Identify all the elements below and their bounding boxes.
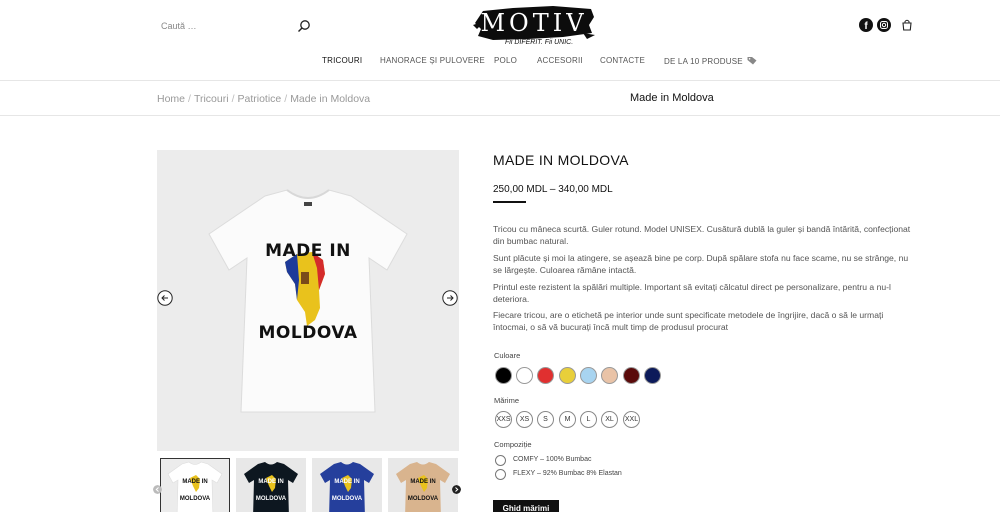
breadcrumb-current: Made in Moldova xyxy=(290,93,371,105)
print-text-bottom: MOLDOVA xyxy=(258,323,358,343)
description-paragraph-4: Fiecare tricou, are o etichetă pe interi… xyxy=(493,310,884,332)
facebook-icon[interactable]: f xyxy=(859,18,873,32)
thumbnail-print-bottom: MOLDOVA xyxy=(407,496,439,502)
nav-item-bulk[interactable]: DE LA 10 PRODUSE xyxy=(664,56,757,66)
product-main-image[interactable]: MADE IN MOLDOVA xyxy=(157,150,459,451)
product-title: MADE IN MOLDOVA xyxy=(493,152,629,168)
size-option-xs[interactable]: XS xyxy=(516,411,533,428)
thumbnail-white-shirt xyxy=(160,458,230,512)
print-text-top: MADE IN xyxy=(265,241,351,261)
nav-item-contacte[interactable]: CONTACTE xyxy=(600,56,645,65)
thumbnails-prev-button[interactable] xyxy=(153,485,162,494)
price-divider xyxy=(493,201,526,203)
thumbnail-print-bottom: MOLDOVA xyxy=(331,496,363,502)
breadcrumb: Home / Tricouri / Patriotice / Made in Moldova xyxy=(157,93,370,105)
thumbnails-next-button[interactable] xyxy=(452,485,461,494)
thumbnail-beige-shirt xyxy=(388,458,458,512)
breadcrumb-separator: / xyxy=(188,93,191,105)
thumbnail-print-top: MADE IN xyxy=(334,479,360,485)
size-option-m[interactable]: M xyxy=(559,411,576,428)
thumbnail-print-bottom: MOLDOVA xyxy=(255,496,287,502)
nav-item-accesorii[interactable]: ACCESORII xyxy=(537,56,583,65)
thumbnail-print-top: MADE IN xyxy=(182,479,208,485)
search-form xyxy=(161,16,311,36)
logo-text: MOTIV xyxy=(480,9,588,37)
cart-icon[interactable] xyxy=(900,18,914,32)
gallery-prev-button[interactable] xyxy=(157,290,173,306)
color-swatch-beige[interactable] xyxy=(601,367,618,384)
search-input[interactable] xyxy=(161,16,291,36)
gallery-next-button[interactable] xyxy=(442,290,458,306)
breadcrumb-home[interactable]: Home xyxy=(157,93,185,105)
breadcrumb-separator: / xyxy=(284,93,288,105)
color-label: Culoare xyxy=(494,351,521,360)
color-swatch-burgundy[interactable] xyxy=(623,367,640,384)
thumbnail-beige[interactable]: MADE IN MOLDOVA xyxy=(388,458,458,512)
size-option-s[interactable]: S xyxy=(537,411,554,428)
breadcrumb-bar: Home / Tricouri / Patriotice / Made in Moldova… xyxy=(0,81,1000,116)
thumbnail-black[interactable]: MADE IN MOLDOVA xyxy=(236,458,306,512)
color-swatch-light-blue[interactable] xyxy=(580,367,597,384)
thumbnail-print-top: MADE IN xyxy=(410,479,436,485)
thumbnail-blue-shirt xyxy=(312,458,382,512)
composition-label: Compoziție xyxy=(494,440,532,449)
breadcrumb-patriotice[interactable]: Patriotice xyxy=(237,93,281,105)
size-label: Mărime xyxy=(494,396,520,405)
color-swatch-navy[interactable] xyxy=(644,367,661,384)
description-paragraph-2: Sunt plăcute și moi la atingere, se așea… xyxy=(493,253,909,275)
size-option-xxl[interactable]: XXL xyxy=(623,411,640,428)
breadcrumb-tricouri[interactable]: Tricouri xyxy=(194,93,229,105)
site-header: MOTIV Fii DIFERIT. Fii UNIC. f TRICOURI … xyxy=(0,0,1000,81)
nav-item-polo[interactable]: POLO xyxy=(494,56,517,65)
size-guide-button[interactable]: Ghid mărimi xyxy=(493,500,559,512)
page-title: Made in Moldova xyxy=(630,92,714,104)
color-swatch-black[interactable] xyxy=(495,367,512,384)
logo-tagline: Fii DIFERIT. Fii UNIC. xyxy=(505,39,574,46)
nav-item-bulk-label: DE LA 10 PRODUSE xyxy=(664,57,743,66)
tag-icon xyxy=(747,57,757,65)
main-nav: TRICOURI HANORACE ȘI PULOVERE POLO ACCES… xyxy=(0,56,1000,74)
product-price: 250,00 MDL – 340,00 MDL xyxy=(493,184,613,195)
size-option-xl[interactable]: XL xyxy=(601,411,618,428)
thumbnail-blue[interactable]: MADE IN MOLDOVA xyxy=(312,458,382,512)
nav-item-tricouri[interactable]: TRICOURI xyxy=(322,56,362,65)
radio-button[interactable] xyxy=(495,469,506,480)
thumbnail-print-bottom: MOLDOVA xyxy=(179,496,211,502)
color-swatch-red[interactable] xyxy=(537,367,554,384)
tshirt-image xyxy=(157,150,459,451)
description-paragraph-3: Printul este rezistent la spălări multip… xyxy=(493,282,891,304)
thumbnail-print-top: MADE IN xyxy=(258,479,284,485)
thumbnail-white[interactable]: MADE IN MOLDOVA xyxy=(160,458,230,512)
composition-option-label: FLEXY – 92% Bumbac 8% Elastan xyxy=(513,470,622,477)
description-paragraph-1: Tricou cu mâneca scurtă. Guler rotund. M… xyxy=(493,224,911,246)
composition-option-label: COMFY – 100% Bumbac xyxy=(513,456,592,463)
size-option-xxs[interactable]: XXS xyxy=(495,411,512,428)
breadcrumb-separator: / xyxy=(231,93,235,105)
search-icon[interactable] xyxy=(297,19,311,33)
color-swatch-yellow[interactable] xyxy=(559,367,576,384)
nav-item-hanorace[interactable]: HANORACE ȘI PULOVERE xyxy=(380,56,485,65)
thumbnail-strip: MADE IN MOLDOVA MADE IN MOLDOVA MADE IN … xyxy=(157,458,459,512)
size-option-l[interactable]: L xyxy=(580,411,597,428)
radio-button[interactable] xyxy=(495,455,506,466)
color-swatch-white[interactable] xyxy=(516,367,533,384)
instagram-icon[interactable] xyxy=(877,18,891,32)
thumbnail-black-shirt xyxy=(236,458,306,512)
svg-text:f: f xyxy=(864,21,868,32)
